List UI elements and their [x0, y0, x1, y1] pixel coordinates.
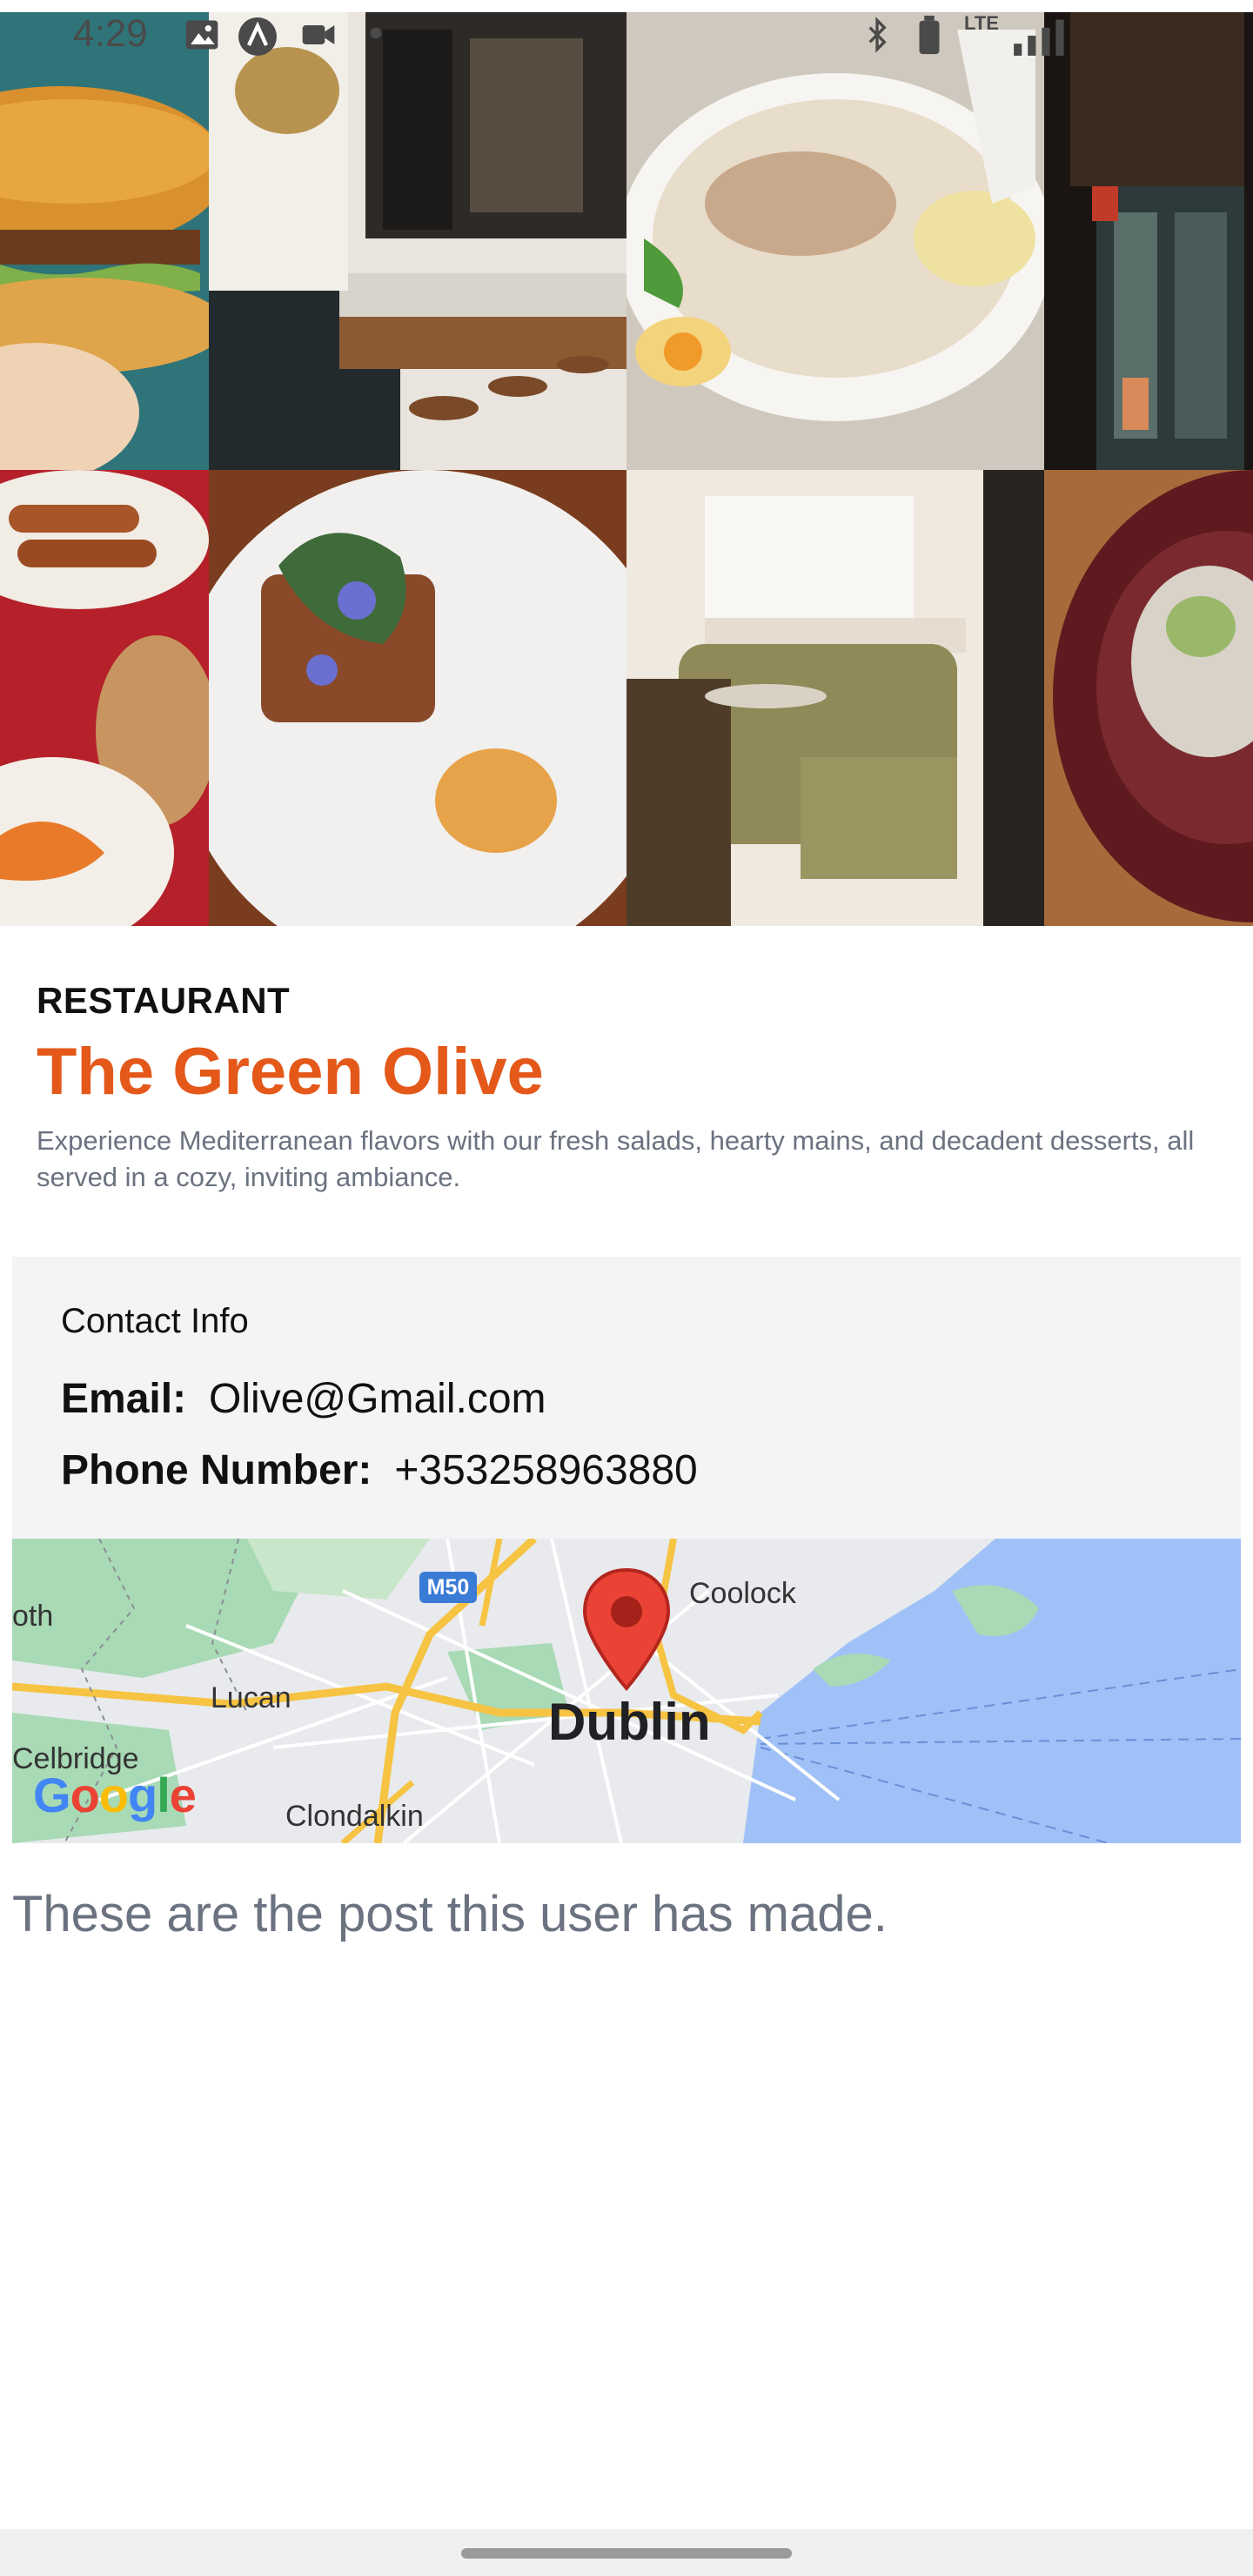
map-pin-icon[interactable]	[581, 1566, 672, 1692]
hero-tile-dining-booth	[626, 470, 1044, 926]
app-logo-icon	[238, 17, 277, 56]
m50-road-shield: M50	[419, 1572, 477, 1603]
email-label: Email:	[61, 1376, 187, 1422]
hero-tile-burger	[0, 12, 209, 470]
hero-tile-bar-interior	[209, 12, 626, 470]
contact-info-card: Contact Info Email: Olive@Gmail.com Phone…	[12, 1257, 1241, 1539]
map-label-lucan: Lucan	[211, 1681, 291, 1714]
status-bar: 4:29 LTE	[0, 0, 1253, 70]
hero-image-collage	[0, 12, 1253, 926]
map-label-clondalkin: Clondalkin	[285, 1800, 424, 1833]
map-label-coolock: Coolock	[689, 1577, 796, 1610]
phone-label: Phone Number:	[61, 1447, 372, 1493]
hero-tile-exterior	[1044, 12, 1253, 470]
hero-tile-plated-dish	[209, 470, 626, 926]
battery-saver-icon	[919, 16, 940, 55]
status-time: 4:29	[73, 12, 148, 55]
bluetooth-icon	[868, 17, 887, 53]
restaurant-category: RESTAURANT	[37, 980, 291, 1021]
navigation-bar	[0, 2529, 1253, 2576]
email-row: Email: Olive@Gmail.com	[61, 1375, 546, 1423]
gallery-icon	[185, 20, 218, 50]
hero-tile-ramen	[626, 12, 1044, 470]
video-camera-icon	[302, 25, 335, 44]
app-screen: 4:29 LTE RESTAURANT The Green Olive Expe…	[0, 0, 1253, 2576]
restaurant-description: Experience Mediterranean flavors with ou…	[37, 1125, 1195, 1192]
hero-tile-oysters	[1044, 470, 1253, 926]
contact-info-title: Contact Info	[61, 1302, 249, 1340]
location-map[interactable]: M50 Coolock Lucan oth Celbridge Clondalk…	[12, 1539, 1241, 1843]
email-value[interactable]: Olive@Gmail.com	[209, 1376, 546, 1422]
m50-label: M50	[426, 1575, 470, 1600]
home-gesture-handle[interactable]	[461, 2548, 792, 2559]
hero-tile-sausages	[0, 470, 209, 926]
signal-strength-icon	[1014, 19, 1064, 56]
phone-value[interactable]: +353258963880	[394, 1447, 697, 1493]
map-label-oth: oth	[12, 1600, 54, 1633]
posts-heading: These are the post this user has made.	[12, 1886, 888, 1942]
map-label-dublin: Dublin	[548, 1693, 711, 1751]
restaurant-name: The Green Olive	[37, 1035, 544, 1109]
network-type-label: LTE	[964, 12, 999, 34]
phone-row: Phone Number: +353258963880	[61, 1446, 698, 1494]
notification-dot-icon	[370, 27, 382, 39]
google-logo: Google	[33, 1768, 197, 1822]
